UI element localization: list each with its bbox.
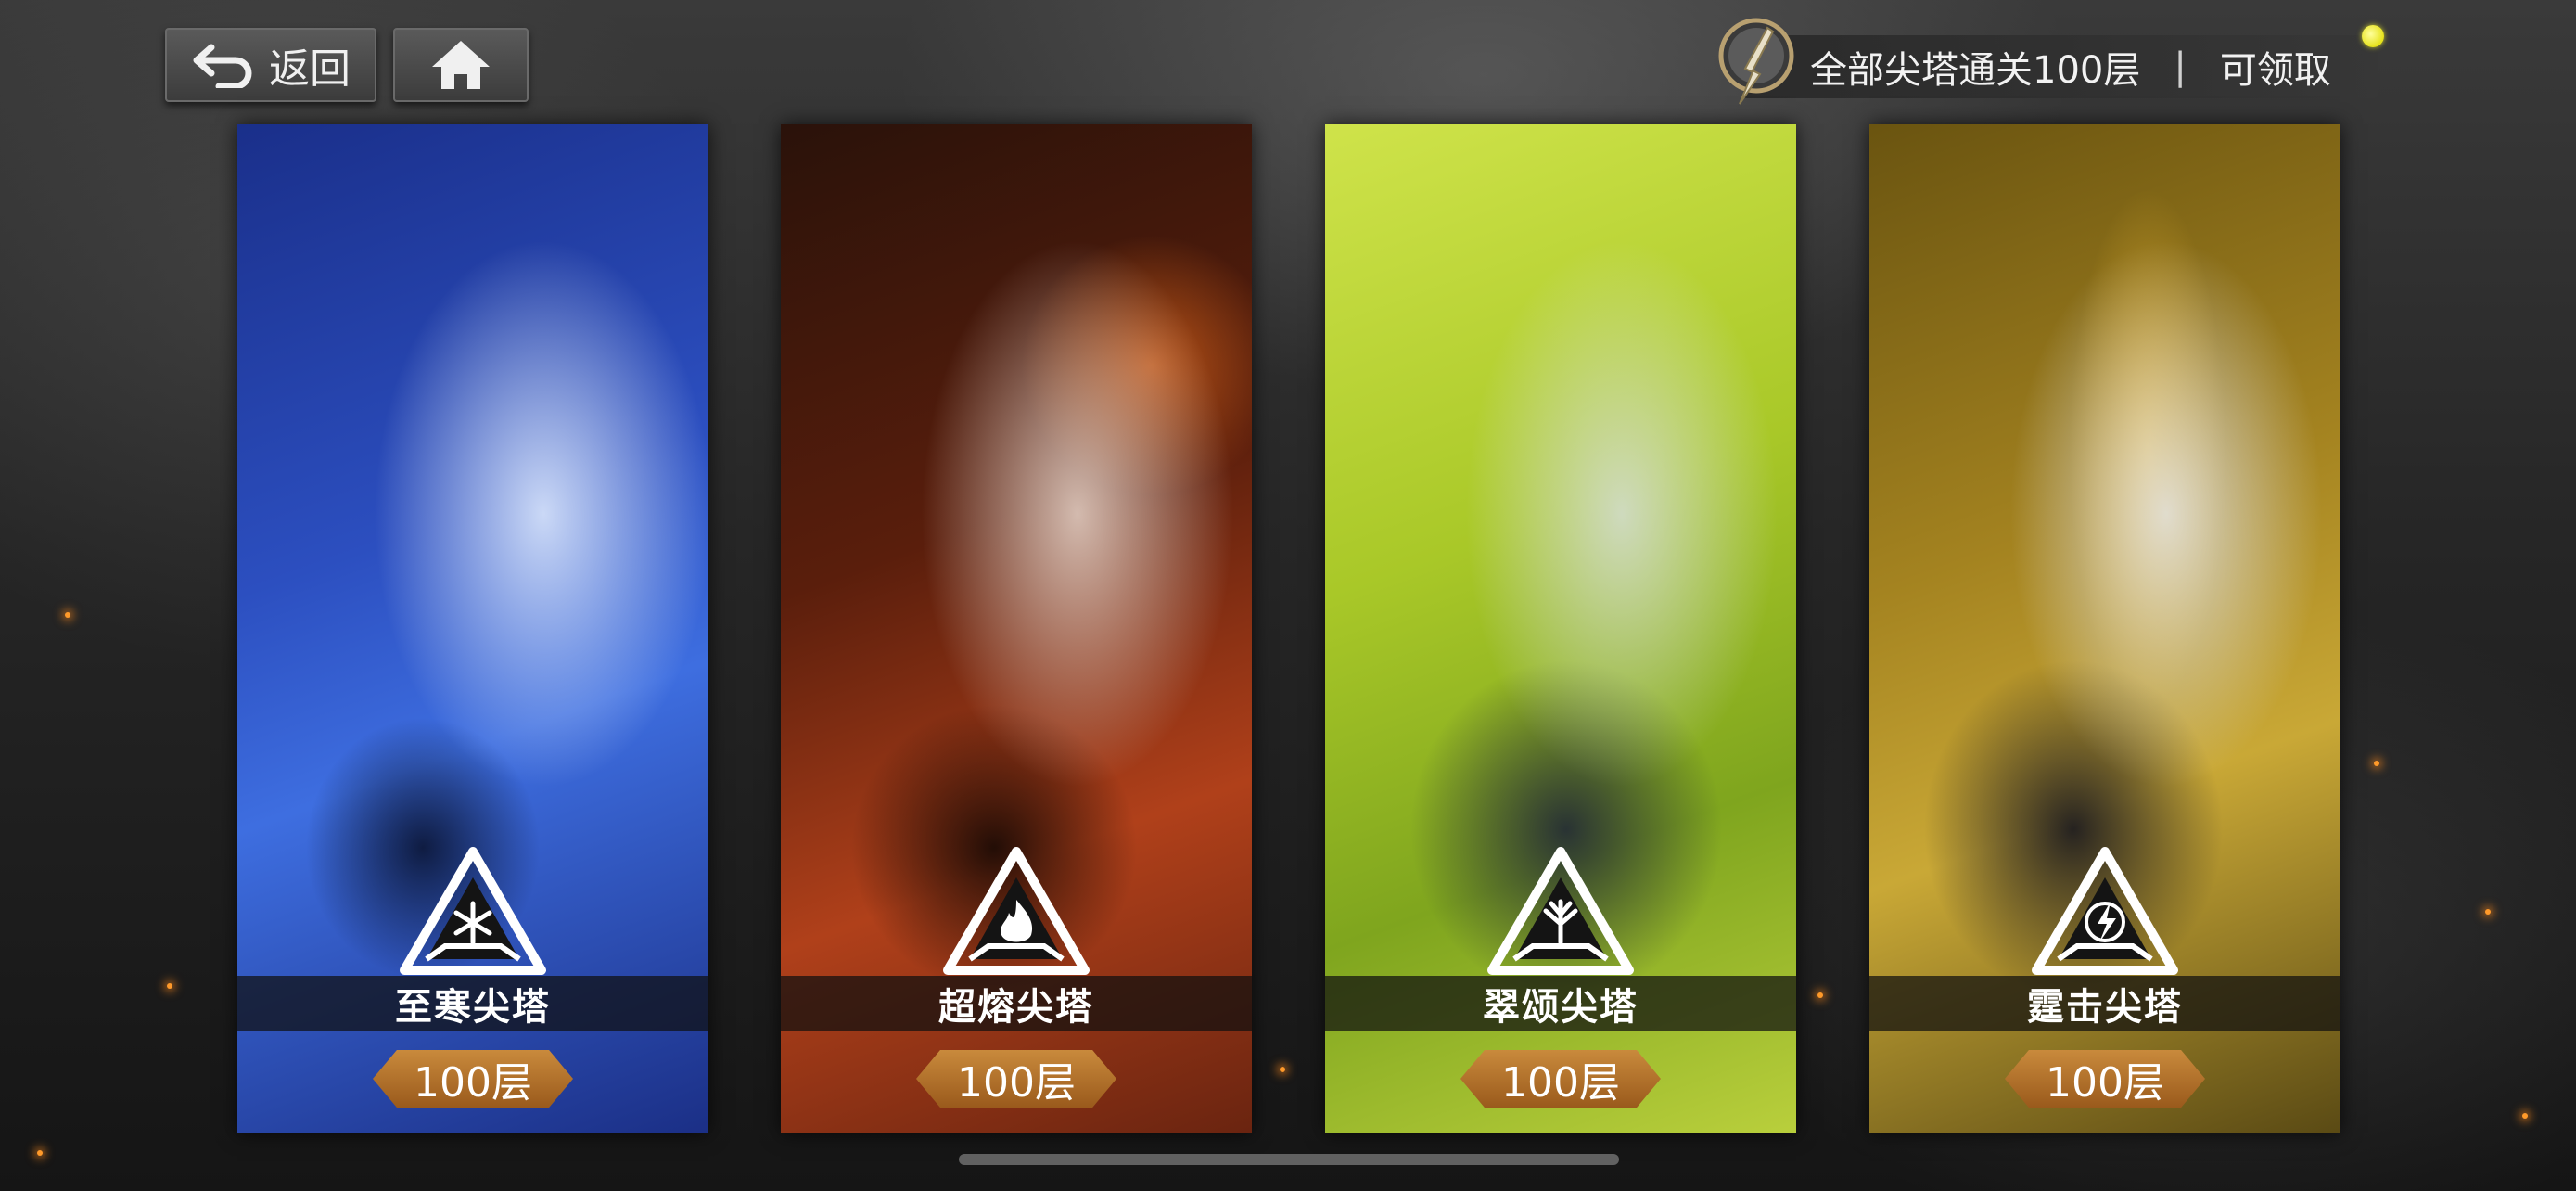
ember-particle <box>2485 909 2491 915</box>
ember-particle <box>2374 761 2379 766</box>
ember-particle <box>65 612 70 618</box>
floor-badge: 100层 <box>2005 1050 2205 1108</box>
tower-card-nature[interactable]: 翠颂尖塔 100层 <box>1325 124 1796 1133</box>
ember-particle <box>167 983 172 989</box>
home-button[interactable] <box>393 28 529 102</box>
home-indicator-bar[interactable] <box>959 1154 1619 1165</box>
reward-title: 全部尖塔通关100层 <box>1810 49 2141 92</box>
flame-icon <box>943 847 1090 975</box>
tower-card-ice[interactable]: 至寒尖塔 100层 <box>237 124 708 1133</box>
tower-name: 霆击尖塔 <box>1869 976 2340 1031</box>
tower-card-fire[interactable]: 超熔尖塔 100层 <box>781 124 1252 1133</box>
notification-dot <box>2362 25 2384 47</box>
ember-particle <box>2522 1113 2528 1119</box>
reward-status[interactable]: 可领取 <box>2220 40 2331 94</box>
back-button-label: 返回 <box>269 45 351 93</box>
reward-separator: | <box>2174 45 2187 88</box>
home-icon <box>432 41 490 89</box>
tower-card-thunder[interactable]: 霆击尖塔 100层 <box>1869 124 2340 1133</box>
ember-particle <box>1280 1067 1285 1072</box>
tree-icon <box>1487 847 1634 975</box>
tower-name: 至寒尖塔 <box>237 976 708 1031</box>
back-arrow-icon <box>193 44 252 88</box>
snowflake-icon <box>400 847 546 975</box>
floor-badge: 100层 <box>1460 1050 1661 1108</box>
ember-particle <box>37 1150 43 1156</box>
floor-badge: 100层 <box>916 1050 1116 1108</box>
ember-particle <box>1817 992 1823 998</box>
back-button[interactable]: 返回 <box>165 28 376 102</box>
tower-name: 超熔尖塔 <box>781 976 1252 1031</box>
floor-badge: 100层 <box>373 1050 573 1108</box>
reward-bar[interactable]: 全部尖塔通关100层 | 可领取 <box>1743 35 2378 98</box>
medal-icon <box>1718 18 1794 105</box>
tower-name: 翠颂尖塔 <box>1325 976 1796 1031</box>
lightning-icon <box>2032 847 2178 975</box>
